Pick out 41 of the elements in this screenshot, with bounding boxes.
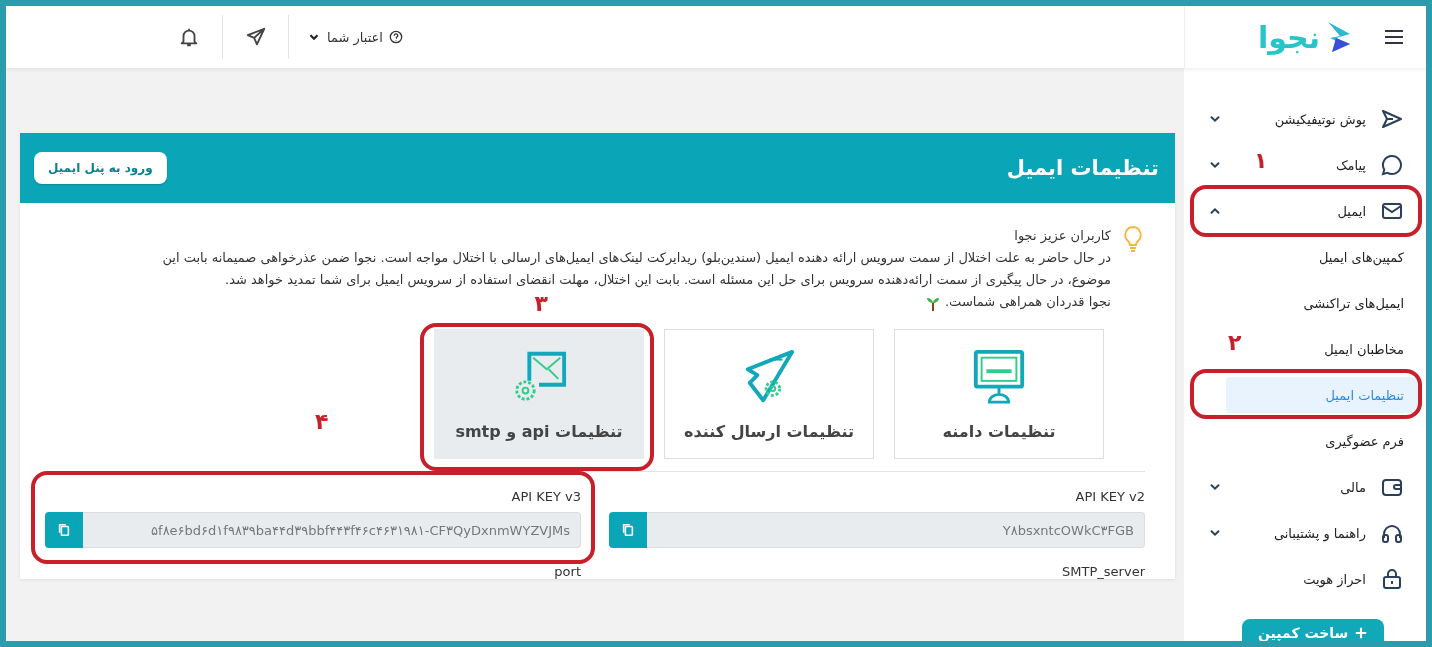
paper-plane-icon xyxy=(244,26,267,48)
annotation-number: ۲ xyxy=(1228,330,1242,355)
bell-icon xyxy=(178,26,200,48)
notice-text: در حال حاضر به علت اختلال از سمت سرویس ارائه دهنده ایمیل (سندین‌بلو) ریدایرکت لینک‌های ایمیل‌های ارسالی با اختلال مواجه است. نجوا ضمن عذرخواهی صمیمانه بابت این موضوع، در حال پیگیری از سمت ارائه‌دهنده سرویس برای حل این مسئله است. بابت این اختلال، مهلت انقضای استفاده از سرویس ایمیل برای شما تمدید خواهد شد. xyxy=(162,250,1111,287)
copy-button[interactable] xyxy=(609,512,647,548)
api-key-field[interactable]: ۵f۸e۶bd۶d۱f۹۸۳۹ba۴۴d۳۹bbf۴۴۳f۴۶c۴۶۳۱۹۸۱-CF۳QyDxnmWYZVJMs xyxy=(83,512,581,548)
copy-button[interactable] xyxy=(45,512,83,548)
notice-closing: نجوا قدردان همراهی شماست. xyxy=(945,294,1111,309)
settings-tile[interactable]: تنظیمات api و smtp xyxy=(434,329,644,459)
lock-icon xyxy=(1380,567,1404,591)
field-label: SMTP_server xyxy=(1061,564,1145,579)
sidebar-item[interactable]: راهنما و پشتیبانی xyxy=(1236,517,1404,549)
field-label: API KEY v2 xyxy=(1074,489,1145,504)
notice-title: کاربران عزیز نجوا xyxy=(1013,227,1111,246)
settings-tile[interactable]: تنظیمات ارسال کننده xyxy=(664,329,874,459)
copy-icon xyxy=(57,523,71,537)
sidebar-item[interactable]: احراز هویت xyxy=(1208,563,1404,595)
annotation-number: ۳ xyxy=(534,291,548,316)
sidebar-subitem[interactable]: ایمیل‌های تراکنشی xyxy=(1226,285,1418,321)
annotation-number: ۱ xyxy=(1254,148,1268,173)
field-label: API KEY v3 xyxy=(510,489,581,504)
menu-icon[interactable] xyxy=(1384,29,1404,45)
send-icon xyxy=(1380,107,1404,131)
sidebar-item[interactable]: مالی xyxy=(1236,471,1404,503)
plus-icon xyxy=(1354,626,1369,640)
chat-icon xyxy=(1380,153,1404,177)
annotation-number: ۴ xyxy=(315,409,329,434)
logo-text: نجوا xyxy=(1258,19,1320,55)
copy-icon xyxy=(621,523,635,537)
sidebar-item[interactable]: ایمیل xyxy=(1236,195,1404,227)
email-panel-button[interactable]: ورود به پنل ایمیل xyxy=(34,152,167,184)
sidebar-subitem[interactable]: فرم عضوگیری xyxy=(1226,423,1418,459)
lightbulb-icon xyxy=(1121,225,1145,253)
page-title: تنظیمات ایمیل xyxy=(1006,156,1159,180)
sidebar-subitem[interactable]: کمپین‌های ایمیل xyxy=(1226,239,1418,275)
api-key-field[interactable]: Y۸bsxntcOWkC۳FGB xyxy=(647,512,1145,548)
field-label: port xyxy=(553,564,581,579)
sidebar-item[interactable]: پوش نوتیفیکیشن xyxy=(1236,103,1404,135)
settings-tile[interactable]: تنظیمات دامنه xyxy=(894,329,1104,459)
credit-dropdown[interactable]: اعتبار شما xyxy=(288,15,421,59)
question-icon xyxy=(388,30,403,44)
